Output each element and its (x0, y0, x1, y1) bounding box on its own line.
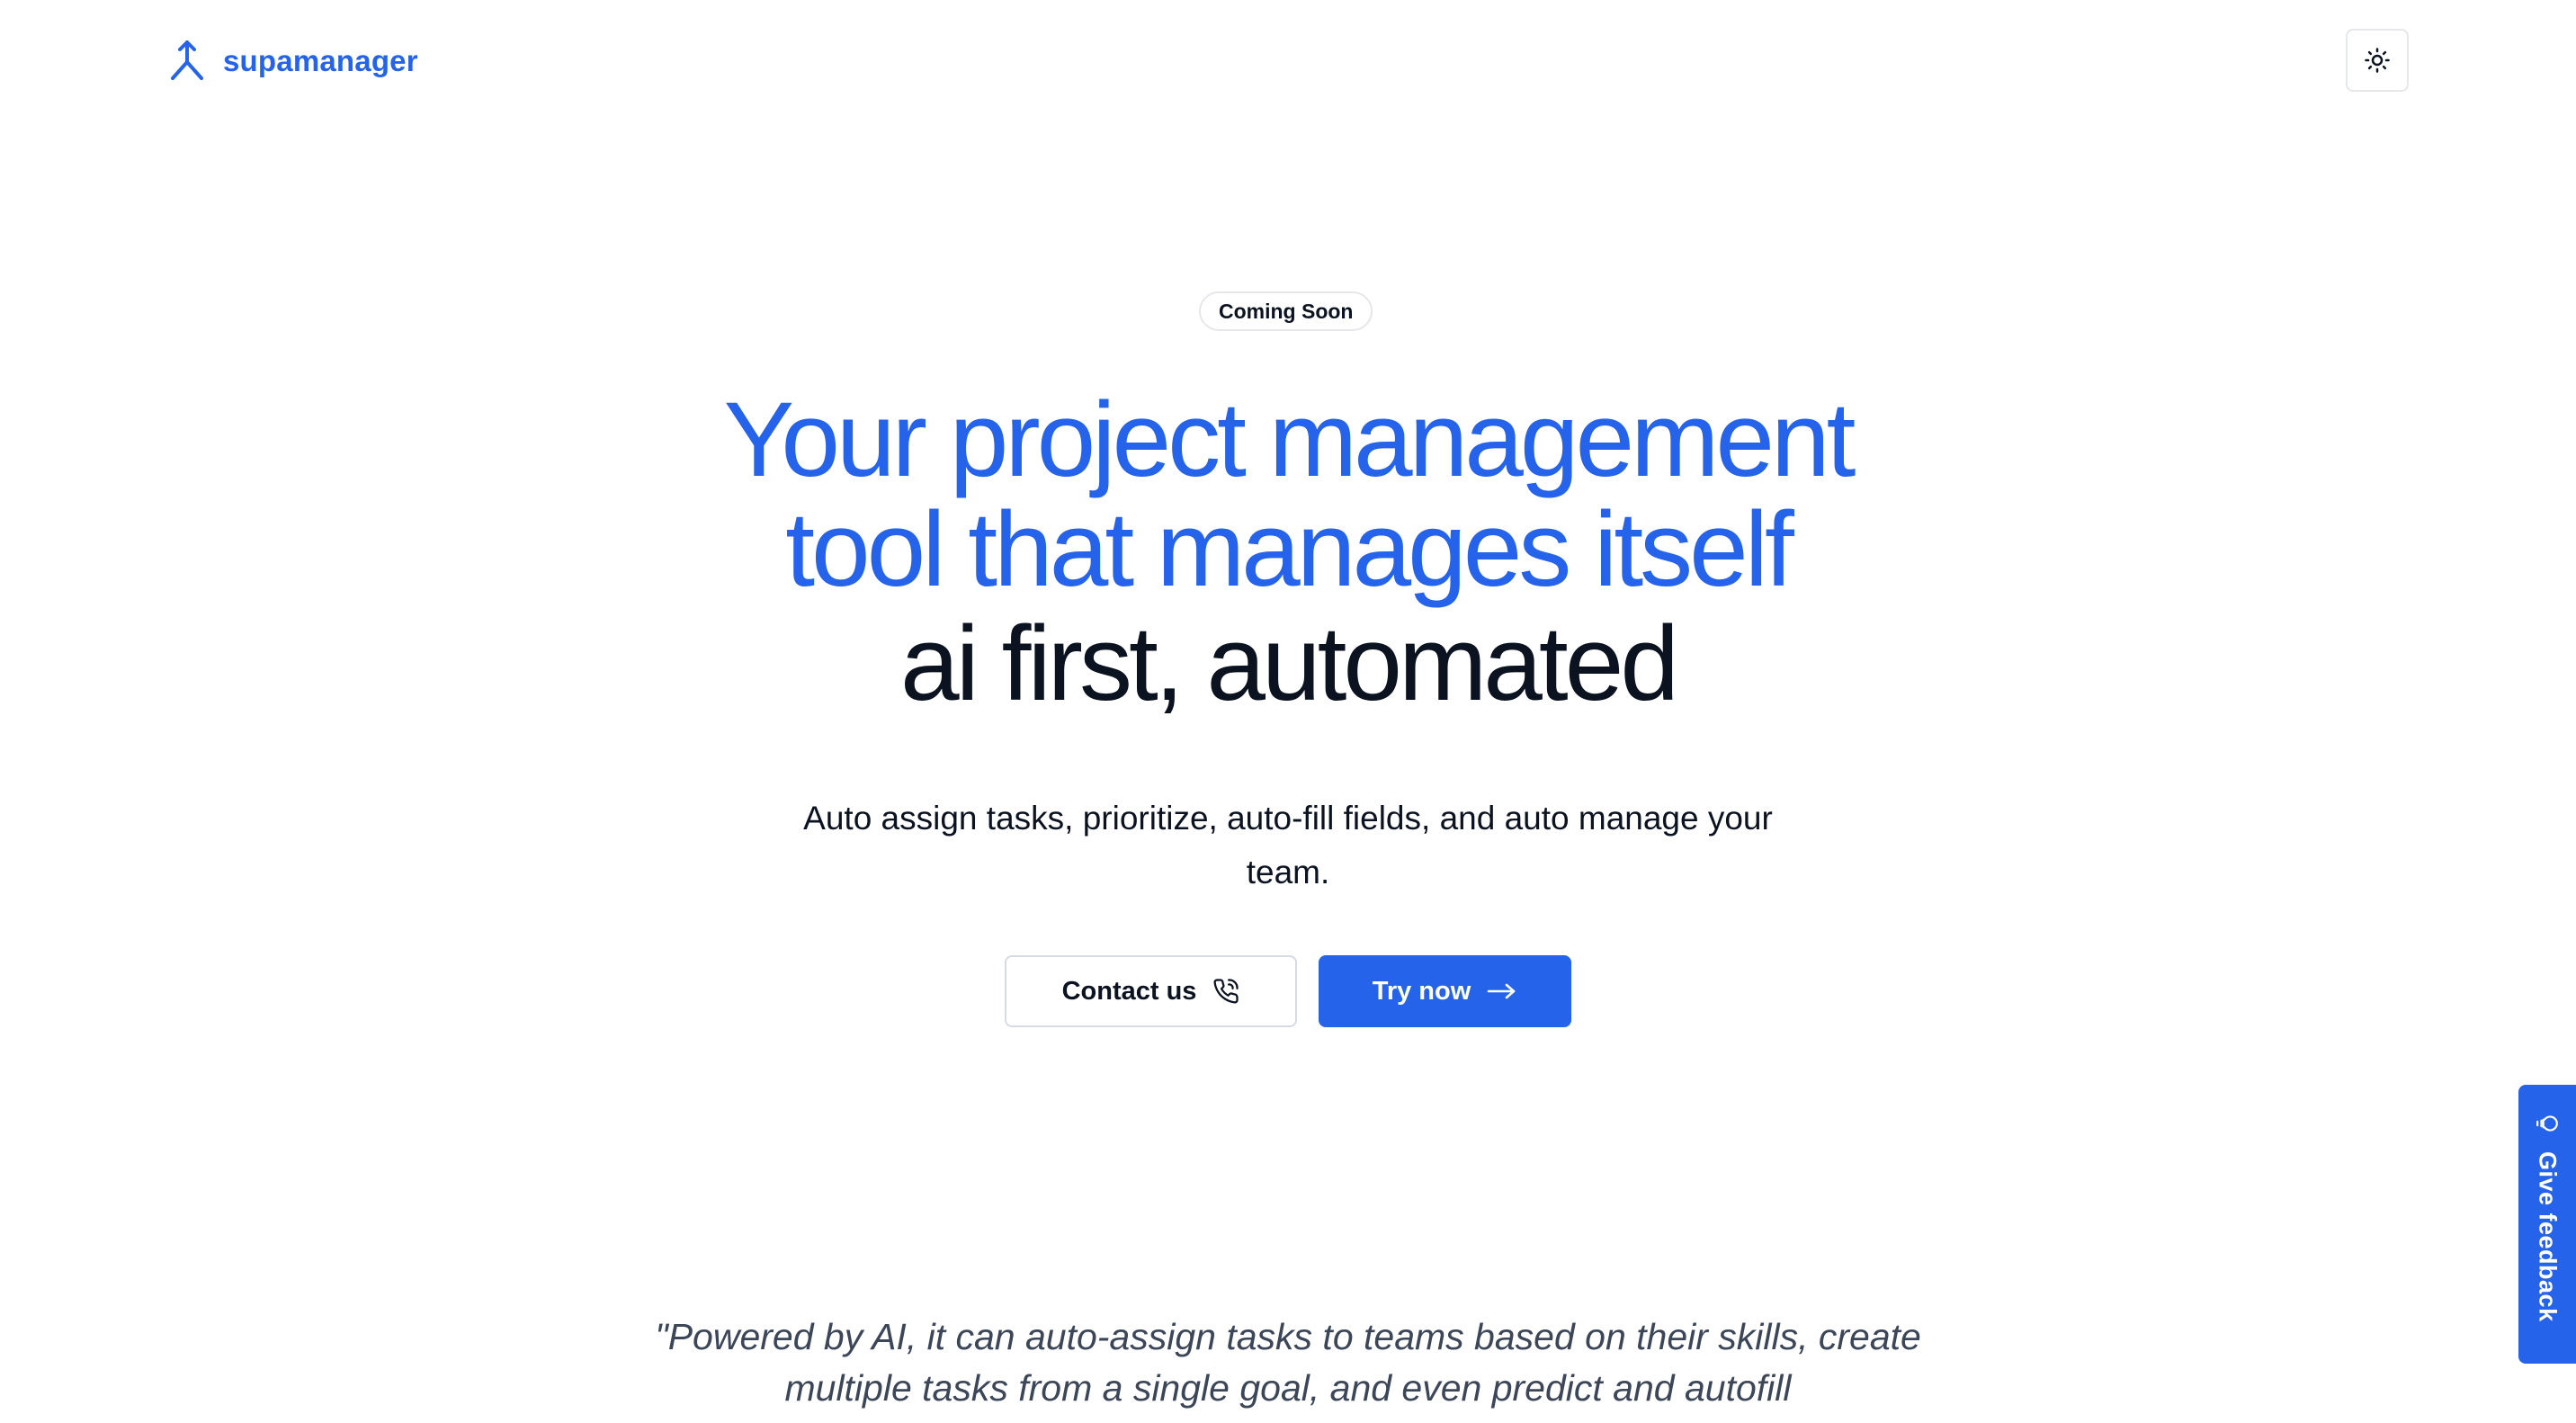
headline-line-2: tool that manages itself (785, 490, 1793, 609)
merge-arrow-icon (167, 39, 207, 84)
give-feedback-tab[interactable]: Give feedback (2518, 1085, 2576, 1364)
give-feedback-label: Give feedback (2534, 1151, 2562, 1322)
contact-us-button[interactable]: Contact us (1005, 955, 1297, 1027)
headline-line-3: ai first, automated (900, 604, 1679, 723)
headline-line-1: Your project management (723, 380, 1856, 499)
brand-name: supamanager (223, 44, 418, 77)
contact-us-label: Contact us (1061, 976, 1197, 1006)
sun-icon (2364, 47, 2391, 74)
hero-headline: Your project management tool that manage… (0, 385, 2576, 721)
lightbulb-icon (2534, 1112, 2561, 1135)
testimonial-quote: "Powered by AI, it can auto-assign tasks… (655, 1316, 1921, 1409)
try-now-button[interactable]: Try now (1319, 955, 1571, 1027)
hero-subtitle: Auto assign tasks, prioritize, auto-fill… (803, 800, 1773, 890)
brand-link[interactable]: supamanager (167, 36, 418, 86)
phone-icon (1212, 978, 1239, 1005)
arrow-right-icon (1487, 982, 1517, 1000)
try-now-label: Try now (1372, 976, 1471, 1006)
coming-soon-badge: Coming Soon (1199, 291, 1373, 331)
theme-toggle-button[interactable] (2346, 29, 2409, 92)
